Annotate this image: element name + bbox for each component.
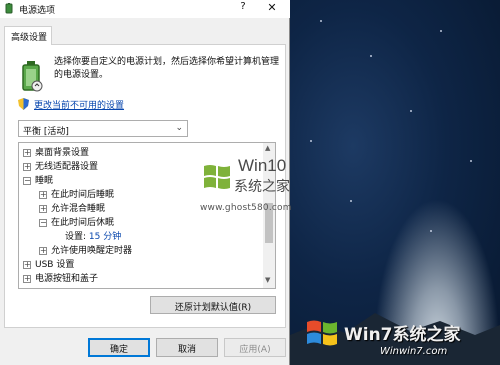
scroll-up-icon[interactable]: ▲ (265, 144, 270, 152)
tree-row-label: 桌面背景设置 (35, 148, 90, 158)
star (470, 160, 472, 162)
help-button[interactable]: ? (236, 1, 250, 17)
star (310, 140, 312, 142)
tree-row-label: 睡眠 (35, 176, 54, 186)
windows-logo-icon (204, 165, 230, 189)
tree-row-label: 允许使用唤醒定时器 (51, 246, 133, 256)
watermark-win7: Win7系统之家 Winwin7.com (300, 312, 500, 365)
watermark-url: www.ghost580.com (200, 203, 292, 213)
tree-row[interactable]: + 桌面背景设置 (23, 145, 89, 159)
expand-icon[interactable]: + (23, 149, 31, 157)
apply-button[interactable]: 应用(A) (224, 338, 286, 357)
tree-row-label: 电源按钮和盖子 (35, 274, 99, 284)
battery-icon (5, 3, 13, 14)
ok-button[interactable]: 确定 (88, 338, 150, 357)
tab-bar: 高级设置 (0, 26, 290, 45)
close-button[interactable]: ✕ (264, 1, 280, 17)
expand-icon[interactable]: + (39, 191, 47, 199)
tree-row[interactable]: + 允许混合睡眠 (39, 201, 105, 215)
expand-icon[interactable]: + (23, 261, 31, 269)
uac-shield-icon (18, 98, 29, 110)
expand-icon[interactable]: + (23, 163, 31, 171)
window-title: 电源选项 (19, 6, 56, 16)
star (320, 20, 322, 22)
star (350, 200, 352, 202)
expand-icon[interactable]: + (39, 205, 47, 213)
tree-row-label: USB 设置 (35, 260, 75, 270)
tree-row[interactable]: − 在此时间后休眠 (39, 215, 114, 229)
tree-setting-row[interactable]: 设置: 15 分钟 (65, 229, 121, 243)
tree-row[interactable]: − 睡眠 (23, 173, 53, 187)
tree-row-label: 在此时间后休眠 (51, 218, 115, 228)
expand-icon[interactable]: + (23, 275, 31, 283)
chevron-down-icon: ⌄ (175, 123, 183, 133)
change-unavailable-settings-link[interactable]: 更改当前不可用的设置 (34, 98, 124, 111)
tree-row[interactable]: + 在此时间后睡眠 (39, 187, 114, 201)
tree-row[interactable]: + 无线适配器设置 (23, 159, 98, 173)
power-plan-value: 平衡 [活动] (23, 127, 69, 137)
star (370, 55, 372, 57)
windows-flag-icon (307, 320, 337, 346)
tree-row[interactable]: + USB 设置 (23, 257, 74, 271)
title-bar[interactable]: 电源选项 ? ✕ (0, 0, 290, 18)
desktop-background (290, 0, 500, 365)
tree-row-label: 设置: (65, 232, 87, 242)
scroll-down-icon[interactable]: ▼ (265, 276, 270, 284)
watermark-line2: 系统之家 (234, 179, 290, 195)
collapse-icon[interactable]: − (39, 219, 47, 227)
star (440, 30, 442, 32)
tree-row[interactable]: + 允许使用唤醒定时器 (39, 243, 132, 257)
expand-icon[interactable]: + (39, 247, 47, 255)
watermark-line1: Win10 (238, 156, 287, 175)
star (410, 110, 412, 112)
tree-row-label: 无线适配器设置 (35, 162, 99, 172)
power-plan-icon (22, 61, 43, 92)
tree-row-label: 允许混合睡眠 (51, 204, 106, 214)
tree-row[interactable]: + 电源按钮和盖子 (23, 271, 98, 285)
tree-row-label: 在此时间后睡眠 (51, 190, 115, 200)
watermark-brand: Win7系统之家 (344, 325, 461, 345)
description-text: 选择你要自定义的电源计划，然后选择你希望计算机管理的电源设置。 (54, 57, 280, 80)
star (430, 230, 432, 232)
watermark-url: Winwin7.com (380, 346, 448, 357)
tab-advanced-settings[interactable]: 高级设置 (4, 26, 52, 45)
setting-value-link[interactable]: 15 分钟 (89, 232, 121, 242)
cancel-button[interactable]: 取消 (156, 338, 218, 357)
watermark-win10: Win10 系统之家 www.ghost580.com (196, 152, 316, 222)
collapse-icon[interactable]: − (23, 177, 31, 185)
restore-defaults-button[interactable]: 还原计划默认值(R) (150, 296, 276, 314)
power-plan-select[interactable]: 平衡 [活动] ⌄ (18, 120, 188, 137)
